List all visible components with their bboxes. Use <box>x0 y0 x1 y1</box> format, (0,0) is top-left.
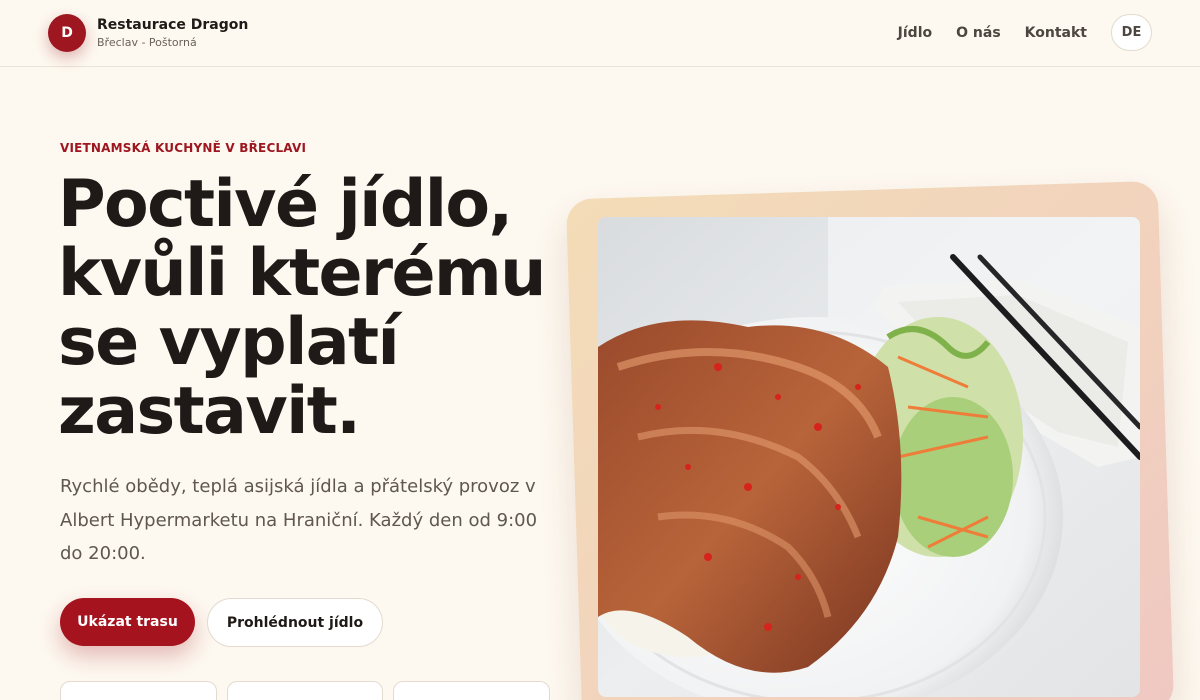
site-header: D Restaurace Dragon Břeclav - Poštorná J… <box>0 0 1200 67</box>
info-card <box>393 681 550 700</box>
brand-name: Restaurace Dragon <box>97 17 249 33</box>
headline-line-1: Poctivé jídlo, <box>58 167 513 242</box>
headline-line-4: zastavit. <box>58 374 361 449</box>
main-nav: Jídlo O nás Kontakt DE <box>898 14 1152 51</box>
hero-food-photo <box>598 217 1140 697</box>
brand[interactable]: D Restaurace Dragon Břeclav - Poštorná <box>48 14 248 52</box>
nav-link-kontakt[interactable]: Kontakt <box>1025 25 1087 41</box>
hero-headline: Poctivé jídlo, kvůli kterému se vyplatí … <box>58 170 578 446</box>
nav-link-jidlo[interactable]: Jídlo <box>898 25 932 41</box>
brand-text: Restaurace Dragon Břeclav - Poštorná <box>97 18 248 48</box>
headline-line-2: kvůli kterému <box>58 236 546 311</box>
food-photo-illustration <box>598 217 1140 697</box>
headline-line-3: se vyplatí <box>58 305 400 380</box>
info-card <box>60 681 217 700</box>
logo-letter: D <box>61 25 73 41</box>
language-switch-button[interactable]: DE <box>1111 14 1152 51</box>
brand-location: Břeclav - Poštorná <box>97 36 197 49</box>
logo-badge: D <box>48 14 86 52</box>
show-route-button[interactable]: Ukázat trasu <box>60 598 195 646</box>
info-card <box>227 681 383 700</box>
hero-lead: Rychlé obědy, teplá asijská jídla a přát… <box>60 476 538 564</box>
browse-food-button[interactable]: Prohlédnout jídlo <box>207 598 383 647</box>
hero-eyebrow: VIETNAMSKÁ KUCHYNĚ V BŘECLAVI <box>60 141 307 155</box>
nav-link-o-nas[interactable]: O nás <box>956 25 1001 41</box>
